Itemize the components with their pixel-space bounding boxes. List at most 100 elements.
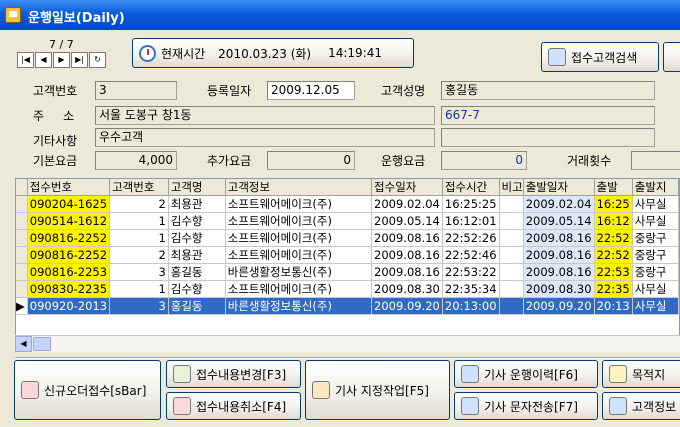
notes-extra-field[interactable] [441, 128, 655, 147]
cell-receipt-time: 20:13:00 [442, 297, 500, 315]
cell-receipt-date: 2009.08.16 [371, 246, 443, 264]
fare-field[interactable]: 0 [441, 151, 527, 170]
base-fee-label: 기본요금 [33, 154, 78, 168]
cell-note [499, 297, 524, 315]
cell-depart: 22:52 [594, 229, 633, 247]
next-record-button[interactable]: ▶ [53, 52, 70, 68]
cell-depart-date: 2009.05.14 [523, 212, 595, 230]
record-navigator: |◀ ◀ ▶ ▶| ↻ [17, 52, 106, 68]
customer-name-field[interactable]: 홍길동 [441, 81, 655, 100]
cell-origin: 사무실 [632, 212, 679, 230]
column-header-4[interactable]: 접수일자 [371, 179, 443, 196]
table-row[interactable]: 090816-2252 1 김수향 소프트웨어메이크(주) 2009.08.16 22:5… [16, 229, 679, 247]
column-header-6[interactable]: 비고 [499, 179, 524, 196]
cell-info: 소프트웨어메이크(주) [225, 229, 373, 247]
current-time-button[interactable]: 현재시간 2010.03.23 (화) 14:19:41 [132, 38, 414, 68]
assign-icon [312, 381, 330, 399]
scroll-thumb[interactable] [33, 337, 51, 351]
reg-date-field[interactable]: 2009.12.05 [267, 81, 355, 100]
column-header-9[interactable]: 출발지 [632, 179, 679, 196]
cell-customer-no: 1 [109, 280, 169, 298]
table-row[interactable]: 090204-1625 2 최용관 소프트웨어메이크(주) 2009.02.04 16:2… [16, 195, 679, 213]
driver-sms-button[interactable]: 기사 문자전송[F7] [454, 392, 598, 420]
cell-customer-no: 2 [109, 195, 169, 213]
assign-driver-button[interactable]: 기사 지정작업[F5] [305, 360, 450, 420]
cell-receipt-date: 2009.08.16 [371, 229, 443, 247]
cell-origin: 중랑구 [632, 263, 679, 281]
extra-toolbar-button[interactable] [663, 42, 680, 72]
customer-no-label: 고객번호 [33, 84, 78, 98]
table-row[interactable]: 090816-2252 2 최용관 소프트웨어메이크(주) 2009.08.16 22:5… [16, 246, 679, 264]
row-indicator [16, 212, 28, 230]
base-fee-field[interactable]: 4,000 [95, 151, 177, 170]
table-row[interactable]: 090514-1612 1 김수향 소프트웨어메이크(주) 2009.05.14 16:1… [16, 212, 679, 230]
prev-record-button[interactable]: ◀ [35, 52, 52, 68]
column-header-0[interactable]: 접수번호 [27, 179, 111, 196]
new-order-button[interactable]: 신규오더접수[sBar] [14, 360, 161, 420]
cell-depart: 22:52 [594, 246, 633, 264]
cell-receipt-date: 2009.08.16 [371, 263, 443, 281]
row-indicator [16, 195, 28, 213]
title-bar: 운행일보(Daily) [0, 0, 680, 30]
current-date: 2010.03.23 (화) [218, 46, 312, 61]
cell-receipt-time: 16:12:01 [442, 212, 500, 230]
row-indicator: ▶ [16, 297, 28, 315]
customer-info-button[interactable]: 고객정보 [602, 392, 680, 420]
row-indicator [16, 280, 28, 298]
column-header-2[interactable]: 고객명 [168, 179, 226, 196]
cell-note [499, 212, 524, 230]
edit-receipt-button[interactable]: 접수내용변경[F3] [166, 360, 301, 388]
cell-customer-no: 1 [109, 229, 169, 247]
cell-info: 소프트웨어메이크(주) [225, 280, 373, 298]
cell-info: 소프트웨어메이크(주) [225, 195, 373, 213]
first-record-button[interactable]: |◀ [17, 52, 34, 68]
table-row[interactable]: 090816-2253 3 홍길동 바른생활정보통신(주) 2009.08.16 22:5… [16, 263, 679, 281]
orders-grid[interactable]: 접수번호 고객번호 고객명 고객정보 접수일자 접수시간 비고 출발일자 출발 출발지 09020… [15, 178, 680, 350]
extra-fee-label: 추가요금 [207, 154, 252, 168]
search-user-icon [548, 48, 566, 66]
record-position: 7 / 7 [49, 38, 74, 51]
column-header-7[interactable]: 출발일자 [523, 179, 595, 196]
cell-note [499, 263, 524, 281]
cell-origin: 중랑구 [632, 229, 679, 247]
cell-receipt-no: 090830-2235 [27, 280, 111, 298]
cell-depart: 22:53 [594, 263, 633, 281]
horizontal-scrollbar[interactable]: ◀ [15, 335, 680, 352]
cell-note [499, 280, 524, 298]
cell-receipt-no: 090920-2013 [27, 297, 111, 315]
main-panel: 7 / 7 |◀ ◀ ▶ ▶| ↻ 현재시간 2010.03.23 (화) 14… [3, 30, 680, 427]
clock-icon [139, 44, 156, 62]
destination-button[interactable]: 목적지 [602, 360, 680, 388]
trade-count-label: 거래횟수 [567, 154, 612, 168]
address-detail-field[interactable]: 667-7 [441, 106, 655, 125]
cell-depart: 20:13 [594, 297, 633, 315]
last-record-button[interactable]: ▶| [71, 52, 88, 68]
cell-depart: 22:35 [594, 280, 633, 298]
table-row[interactable]: 090830-2235 1 김수향 소프트웨어메이크(주) 2009.08.30 22:3… [16, 280, 679, 298]
cell-receipt-no: 090816-2252 [27, 229, 111, 247]
customer-search-button[interactable]: 접수고객검색 [541, 42, 659, 72]
column-header-3[interactable]: 고객정보 [225, 179, 373, 196]
column-header-5[interactable]: 접수시간 [442, 179, 500, 196]
fare-label: 운행요금 [381, 154, 426, 168]
cell-info: 바른생활정보통신(주) [225, 263, 373, 281]
notes-field[interactable]: 우수고객 [95, 128, 435, 147]
driver-history-button[interactable]: 기사 운행이력[F6] [454, 360, 598, 388]
cell-depart-date: 2009.08.30 [523, 280, 595, 298]
extra-fee-field[interactable]: 0 [267, 151, 355, 170]
edit-icon [173, 365, 191, 383]
scroll-left-button[interactable]: ◀ [15, 336, 32, 352]
customer-no-field[interactable]: 3 [95, 81, 177, 100]
column-header-8[interactable]: 출발 [594, 179, 633, 196]
trade-count-field[interactable] [631, 151, 680, 170]
cell-receipt-no: 090816-2252 [27, 246, 111, 264]
cell-name: 김수향 [168, 229, 226, 247]
address-field[interactable]: 서울 도봉구 창1동 [95, 106, 435, 125]
cell-receipt-time: 22:52:26 [442, 229, 500, 247]
refresh-button[interactable]: ↻ [89, 52, 106, 68]
cell-receipt-time: 22:35:34 [442, 280, 500, 298]
column-header-1[interactable]: 고객번호 [109, 179, 169, 196]
cancel-receipt-button[interactable]: 접수내용취소[F4] [166, 392, 301, 420]
table-row[interactable]: ▶ 090920-2013 3 홍길동 바른생활정보통신(주) 2009.09.20 20:… [16, 297, 679, 315]
cell-customer-no: 3 [109, 297, 169, 315]
